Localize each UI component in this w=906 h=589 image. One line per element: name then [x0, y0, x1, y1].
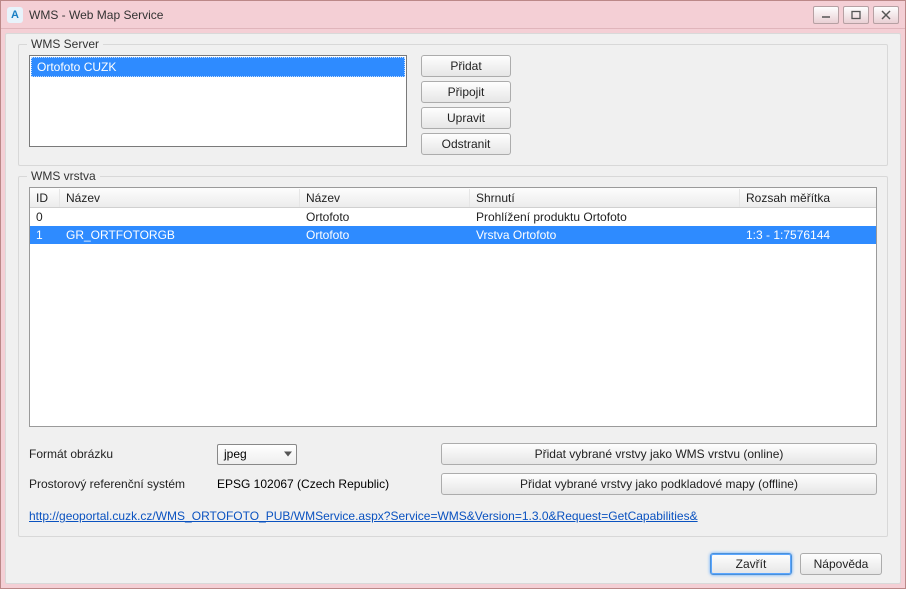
image-format-label: Formát obrázku — [29, 447, 217, 461]
close-dialog-button[interactable]: Zavřít — [710, 553, 792, 575]
chevron-down-icon — [284, 452, 292, 457]
wms-layer-legend: WMS vrstva — [27, 169, 100, 183]
image-format-combo[interactable]: jpeg — [217, 444, 297, 465]
cell-name2: Ortofoto — [300, 227, 470, 243]
cell-summary: Prohlížení produktu Ortofoto — [470, 209, 740, 225]
add-server-button[interactable]: Přidat — [421, 55, 511, 77]
app-icon: A — [7, 7, 23, 23]
wms-server-group: WMS Server Ortofoto CUZK Přidat Připojit… — [18, 44, 888, 166]
cell-scale — [740, 216, 876, 218]
dialog-footer: Zavřít Nápověda — [18, 547, 888, 575]
minimize-button[interactable] — [813, 6, 839, 24]
cell-id: 0 — [30, 209, 60, 225]
dialog-window: A WMS - Web Map Service WMS Server Ortof… — [0, 0, 906, 589]
layers-table[interactable]: ID Název Název Shrnutí Rozsah měřítka 0 … — [29, 187, 877, 427]
cell-name1 — [60, 216, 300, 218]
col-name1[interactable]: Název — [60, 189, 300, 207]
cell-summary: Vrstva Ortofoto — [470, 227, 740, 243]
cell-scale: 1:3 - 1:7576144 — [740, 227, 876, 243]
table-row[interactable]: 0 Ortofoto Prohlížení produktu Ortofoto — [30, 208, 876, 226]
capabilities-url-link[interactable]: http://geoportal.cuzk.cz/WMS_ORTOFOTO_PU… — [29, 509, 698, 523]
server-list-item[interactable]: Ortofoto CUZK — [31, 57, 405, 77]
titlebar[interactable]: A WMS - Web Map Service — [1, 1, 905, 29]
client-area: WMS Server Ortofoto CUZK Přidat Připojit… — [5, 33, 901, 584]
help-button[interactable]: Nápověda — [800, 553, 882, 575]
col-scale[interactable]: Rozsah měřítka — [740, 189, 876, 207]
image-format-value: jpeg — [224, 447, 247, 461]
wms-server-legend: WMS Server — [27, 37, 103, 51]
cell-name1: GR_ORTFOTORGB — [60, 227, 300, 243]
add-layers-online-button[interactable]: Přidat vybrané vrstvy jako WMS vrstvu (o… — [441, 443, 877, 465]
server-listbox[interactable]: Ortofoto CUZK — [29, 55, 407, 147]
close-button[interactable] — [873, 6, 899, 24]
maximize-button[interactable] — [843, 6, 869, 24]
window-title: WMS - Web Map Service — [29, 8, 163, 22]
srs-label: Prostorový referenční systém — [29, 477, 217, 491]
layers-table-header: ID Název Název Shrnutí Rozsah měřítka — [30, 188, 876, 208]
srs-value: EPSG 102067 (Czech Republic) — [217, 477, 389, 491]
remove-server-button[interactable]: Odstranit — [421, 133, 511, 155]
col-id[interactable]: ID — [30, 189, 60, 207]
window-controls — [813, 6, 899, 24]
cell-id: 1 — [30, 227, 60, 243]
col-name2[interactable]: Název — [300, 189, 470, 207]
cell-name2: Ortofoto — [300, 209, 470, 225]
col-summary[interactable]: Shrnutí — [470, 189, 740, 207]
edit-server-button[interactable]: Upravit — [421, 107, 511, 129]
connect-server-button[interactable]: Připojit — [421, 81, 511, 103]
wms-layer-group: WMS vrstva ID Název Název Shrnutí Rozsah… — [18, 176, 888, 537]
add-layers-offline-button[interactable]: Přidat vybrané vrstvy jako podkladové ma… — [441, 473, 877, 495]
table-row[interactable]: 1 GR_ORTFOTORGB Ortofoto Vrstva Ortofoto… — [30, 226, 876, 244]
